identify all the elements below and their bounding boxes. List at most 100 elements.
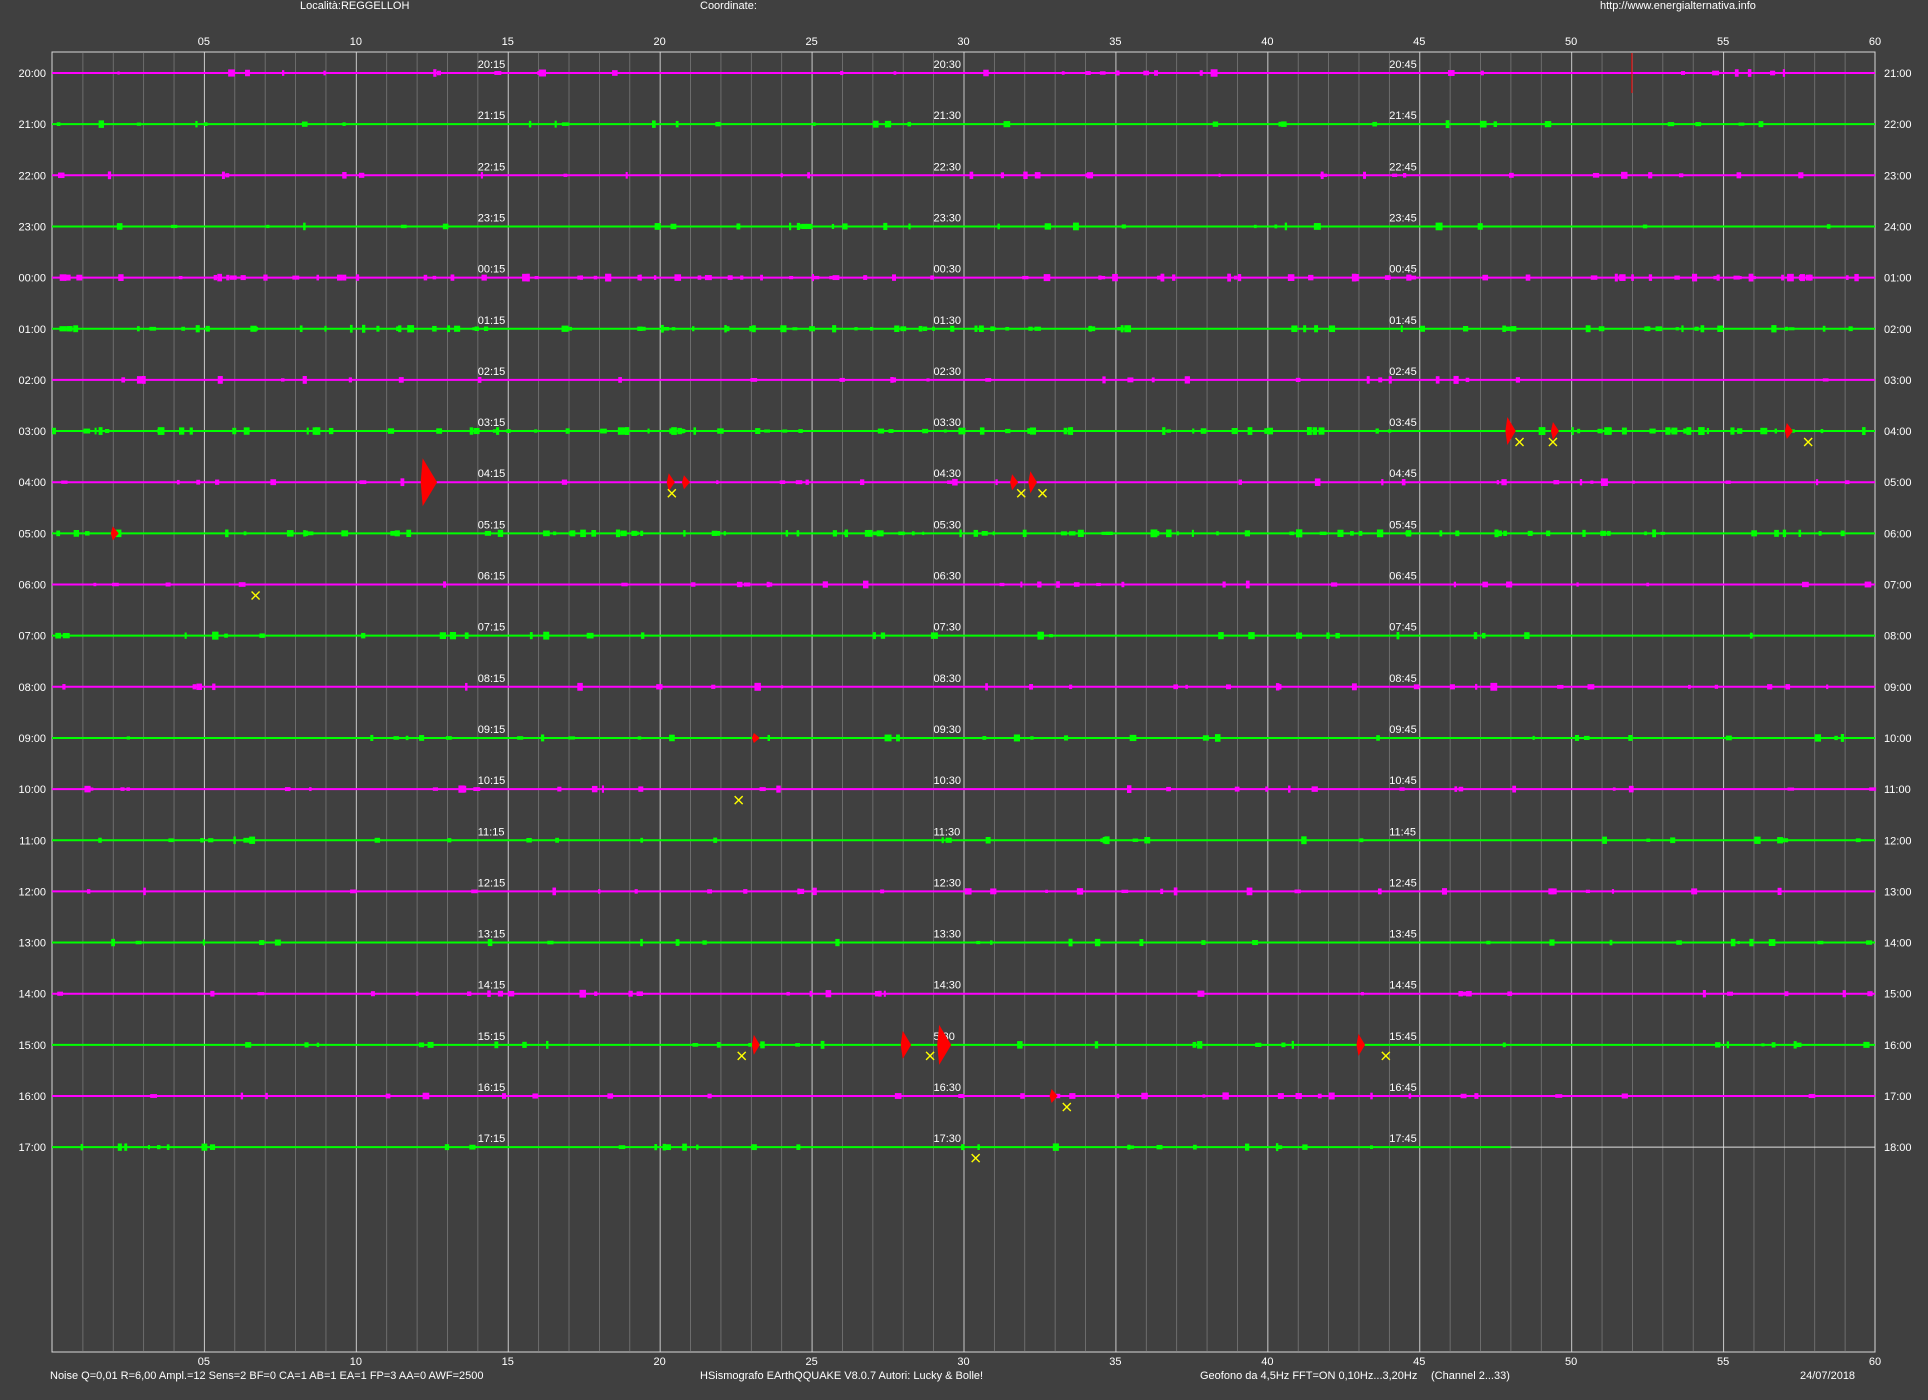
noise-burst	[554, 120, 557, 128]
noise-burst	[795, 480, 803, 485]
noise-burst	[458, 785, 465, 793]
hour-label-left: 20:00	[18, 68, 46, 80]
noise-burst	[465, 682, 468, 691]
noise-burst	[1631, 274, 1634, 281]
noise-burst	[1218, 173, 1221, 177]
noise-burst	[985, 683, 988, 691]
noise-burst	[1295, 377, 1301, 382]
noise-burst	[1441, 888, 1448, 895]
noise-burst	[52, 427, 56, 435]
noise-burst	[534, 429, 538, 433]
noise-burst	[230, 275, 237, 280]
noise-burst	[1453, 375, 1459, 384]
noise-burst	[228, 69, 235, 77]
hour-label-left: 11:00	[19, 835, 46, 847]
noise-burst	[715, 121, 721, 127]
noise-burst	[654, 1144, 658, 1151]
noise-burst	[181, 326, 186, 331]
noise-burst	[1413, 684, 1420, 690]
noise-burst	[1005, 428, 1011, 434]
noise-burst	[526, 273, 530, 282]
noise-burst	[1691, 888, 1698, 895]
noise-burst	[358, 172, 365, 178]
event-marker	[737, 1051, 747, 1061]
noise-burst	[149, 326, 157, 331]
noise-burst	[726, 326, 730, 332]
quarter-label: 23:15	[478, 212, 506, 224]
noise-burst	[961, 1144, 965, 1151]
noise-burst	[1191, 529, 1194, 537]
noise-burst	[880, 632, 886, 639]
noise-burst	[1628, 734, 1633, 741]
noise-burst	[1727, 991, 1734, 996]
noise-burst	[1713, 275, 1719, 280]
noise-burst	[534, 276, 539, 280]
noise-burst	[1375, 428, 1379, 434]
noise-burst	[1628, 785, 1634, 793]
noise-burst	[807, 172, 811, 179]
noise-burst	[1312, 427, 1318, 435]
noise-burst	[1646, 326, 1650, 332]
noise-burst	[1162, 427, 1166, 435]
noise-burst	[580, 275, 584, 280]
noise-burst	[400, 224, 407, 229]
event-marker	[1515, 437, 1525, 447]
noise-burst	[840, 70, 844, 76]
noise-burst	[1154, 70, 1158, 76]
noise-burst	[240, 275, 246, 281]
noise-burst	[1281, 121, 1287, 127]
noise-burst	[494, 1041, 499, 1049]
noise-burst	[654, 223, 661, 230]
noise-burst	[1077, 529, 1084, 537]
noise-burst	[959, 529, 962, 538]
noise-burst	[997, 223, 1000, 230]
noise-burst	[1120, 325, 1124, 333]
minute-label-bottom: 25	[805, 1356, 817, 1368]
noise-burst	[1277, 684, 1282, 690]
noise-burst	[779, 480, 786, 485]
noise-burst	[1854, 273, 1859, 282]
noise-burst	[999, 582, 1005, 587]
hour-label-left: 15:00	[18, 1040, 46, 1052]
noise-burst	[1609, 939, 1613, 946]
noise-burst	[883, 990, 886, 997]
minute-label-top: 05	[198, 36, 210, 48]
noise-burst	[748, 1043, 752, 1047]
noise-burst	[1098, 275, 1102, 280]
noise-burst	[1481, 632, 1486, 639]
noise-burst	[1493, 121, 1497, 128]
noise-burst	[522, 273, 528, 282]
noise-burst	[415, 991, 419, 996]
noise-burst	[1255, 1042, 1262, 1047]
noise-burst	[843, 531, 847, 536]
noise-burst	[150, 1094, 158, 1098]
noise-burst	[580, 529, 586, 538]
noise-burst	[780, 173, 783, 178]
noise-burst	[1150, 529, 1158, 538]
noise-burst	[797, 888, 805, 894]
quarter-label: 05:15	[478, 519, 506, 531]
noise-burst	[506, 429, 511, 433]
noise-burst	[1335, 632, 1340, 639]
seismic-event	[1010, 474, 1019, 491]
minute-label-top: 45	[1413, 36, 1425, 48]
noise-burst	[670, 223, 677, 230]
noise-burst	[1094, 938, 1101, 947]
noise-burst	[601, 785, 604, 793]
noise-burst	[1405, 531, 1412, 536]
noise-burst	[723, 531, 726, 536]
noise-burst	[740, 275, 744, 280]
noise-burst	[73, 325, 79, 333]
noise-burst	[1527, 530, 1533, 536]
noise-burst	[93, 582, 97, 587]
noise-burst	[880, 889, 885, 894]
noise-burst	[316, 1042, 320, 1048]
noise-burst	[1798, 172, 1804, 179]
noise-burst	[1060, 531, 1067, 536]
noise-burst	[1787, 273, 1794, 282]
noise-burst	[1590, 275, 1598, 280]
noise-burst	[697, 275, 702, 280]
noise-burst	[432, 787, 439, 791]
noise-burst	[1253, 224, 1257, 229]
hour-label-left: 22:00	[18, 170, 46, 182]
